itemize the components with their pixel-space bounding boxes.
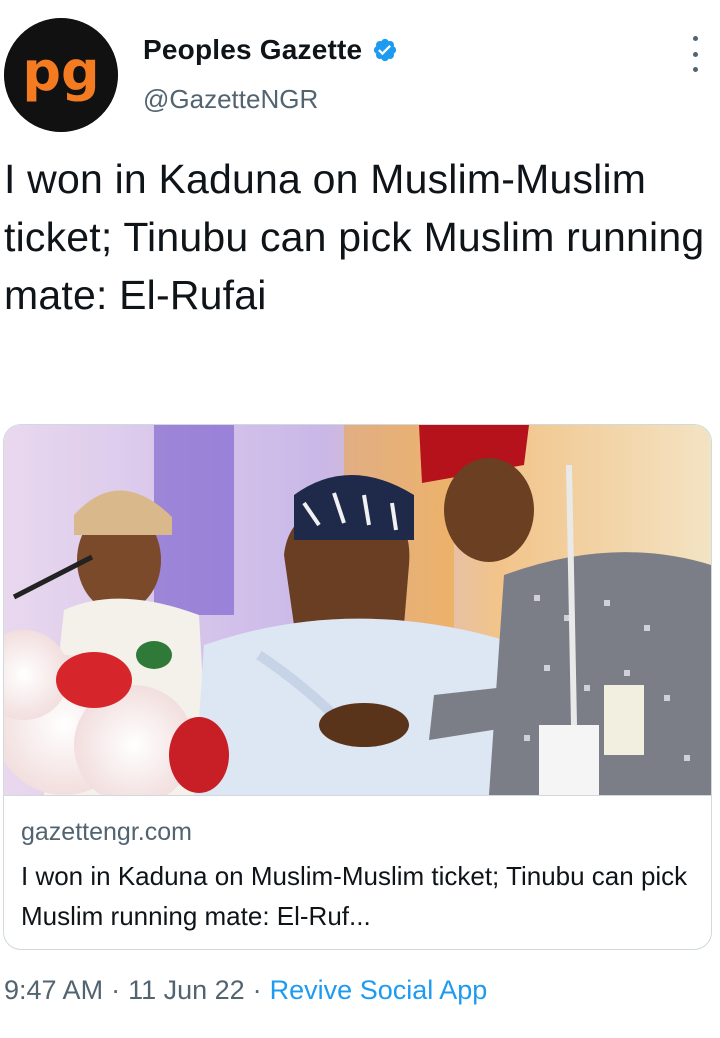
more-vertical-icon-dot [692, 51, 698, 57]
name-row: Peoples Gazette [143, 34, 398, 66]
display-name[interactable]: Peoples Gazette [143, 34, 362, 66]
card-divider [4, 795, 711, 796]
tweet-header: pg Peoples Gazette @GazetteNGR [0, 0, 720, 140]
avatar[interactable]: pg [4, 18, 118, 132]
news-photo [4, 425, 711, 795]
tweet-text: I won in Kaduna on Muslim-Muslim ticket;… [4, 156, 705, 318]
tweet-time[interactable]: 9:47 AM [4, 975, 103, 1005]
verified-badge-icon [372, 37, 398, 63]
card-title[interactable]: I won in Kaduna on Muslim-Muslim ticket;… [21, 856, 696, 936]
avatar-logo-text: pg [22, 40, 99, 103]
avatar-logo: pg [4, 18, 118, 132]
separator: · [252, 975, 262, 1005]
more-options-button[interactable] [680, 36, 710, 72]
link-card[interactable]: gazettengr.com I won in Kaduna on Muslim… [3, 424, 712, 950]
more-vertical-icon-dot [692, 67, 698, 72]
account-handle[interactable]: @GazetteNGR [143, 84, 318, 115]
more-vertical-icon [692, 36, 698, 41]
card-image[interactable] [4, 425, 711, 795]
tweet-metadata: 9:47 AM · 11 Jun 22 · Revive Social App [4, 975, 487, 1006]
separator: · [111, 975, 121, 1005]
card-domain: gazettengr.com [21, 818, 192, 846]
tweet-date[interactable]: 11 Jun 22 [128, 975, 245, 1005]
source-link[interactable]: Revive Social App [270, 975, 488, 1005]
